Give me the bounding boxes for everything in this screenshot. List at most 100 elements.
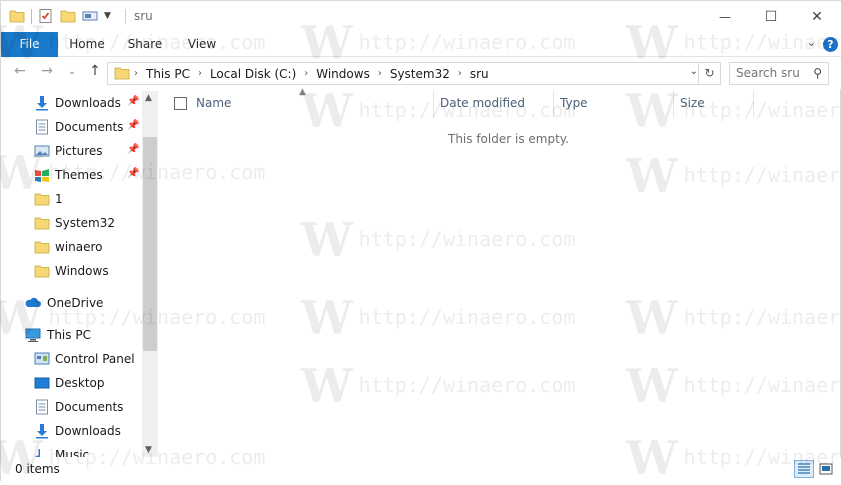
nav-item-downloads[interactable]: Downloads 📌 — [1, 91, 141, 115]
search-input[interactable] — [736, 66, 806, 80]
select-all-checkbox[interactable] — [174, 97, 187, 110]
scroll-down-icon[interactable]: ▼ — [145, 445, 152, 455]
breadcrumb-chevron-icon[interactable]: › — [456, 68, 464, 79]
file-list-pane[interactable]: ▲ Name Date modified Type Size This fold… — [161, 87, 841, 457]
nav-item-documents[interactable]: Documents 📌 — [1, 115, 141, 139]
nav-item-control-panel[interactable]: Control Panel — [1, 347, 141, 371]
themes-icon — [35, 169, 49, 182]
nav-item-onedrive[interactable]: OneDrive — [1, 291, 141, 315]
tab-view[interactable]: View — [179, 32, 225, 57]
breadcrumb-system32[interactable]: System32 — [384, 67, 456, 81]
toolbar-separator — [31, 8, 32, 24]
nav-item-downloads-pc[interactable]: Downloads — [1, 419, 141, 443]
folder-icon — [34, 217, 50, 230]
recent-locations-chevron-icon[interactable]: ⌄ — [63, 67, 81, 77]
nav-item-windows[interactable]: Windows — [1, 259, 141, 283]
item-count: 0 items — [15, 462, 60, 476]
navigation-pane-scrollbar[interactable]: ▲ ▼ — [142, 91, 158, 457]
refresh-icon[interactable]: ↻ — [698, 63, 720, 84]
breadcrumb-sru[interactable]: sru — [464, 67, 495, 81]
column-divider[interactable] — [553, 91, 554, 117]
desktop-icon — [34, 377, 50, 389]
music-icon — [35, 449, 40, 457]
column-divider[interactable] — [433, 91, 434, 117]
customize-qat-chevron-icon[interactable]: ▼ — [104, 11, 111, 21]
column-header-date-modified[interactable]: Date modified — [440, 96, 525, 114]
nav-item-winaero[interactable]: winaero — [1, 235, 141, 259]
nav-item-label: Documents — [55, 400, 124, 414]
nav-item-label: Music — [55, 448, 90, 457]
nav-item-pictures[interactable]: Pictures 📌 — [1, 139, 141, 163]
nav-item-desktop[interactable]: Desktop — [1, 371, 141, 395]
address-dropdown-chevron-icon[interactable]: ⌄ — [690, 66, 698, 77]
breadcrumb-local-disk[interactable]: Local Disk (C:) — [204, 67, 302, 81]
nav-item-folder-1[interactable]: 1 — [1, 187, 141, 211]
nav-item-system32[interactable]: System32 — [1, 211, 141, 235]
maximize-icon: ☐ — [764, 8, 778, 25]
nav-item-label: System32 — [55, 216, 116, 230]
close-button[interactable]: ✕ — [794, 1, 840, 32]
nav-item-label: Downloads — [55, 424, 121, 438]
breadcrumb-windows[interactable]: Windows — [310, 67, 376, 81]
up-button[interactable]: ↑ — [86, 63, 104, 79]
nav-item-label: OneDrive — [47, 296, 104, 310]
computer-icon — [25, 328, 41, 342]
pin-icon: 📌 — [127, 168, 140, 179]
folder-icon — [114, 67, 130, 80]
folder-icon[interactable] — [9, 8, 25, 24]
nav-item-themes[interactable]: Themes 📌 — [1, 163, 141, 187]
pin-icon: 📌 — [127, 120, 140, 131]
status-bar: 0 items — [1, 457, 841, 482]
search-box[interactable]: ⚲ — [729, 62, 829, 85]
breadcrumb-chevron-icon[interactable]: › — [132, 68, 140, 79]
breadcrumb-chevron-icon[interactable]: › — [196, 68, 204, 79]
details-view-button[interactable] — [794, 460, 814, 478]
minimize-icon: — — [719, 9, 731, 24]
nav-item-documents-pc[interactable]: Documents — [1, 395, 141, 419]
breadcrumb-this-pc[interactable]: This PC — [140, 67, 196, 81]
large-icons-view-button[interactable] — [816, 460, 836, 478]
tab-share[interactable]: Share — [122, 32, 168, 57]
maximize-button[interactable]: ☐ — [748, 1, 794, 32]
breadcrumb: › This PC › Local Disk (C:) › Windows › … — [132, 63, 495, 84]
column-divider[interactable] — [673, 91, 674, 117]
back-button[interactable]: ← — [11, 63, 29, 79]
scrollbar-thumb[interactable] — [143, 137, 157, 351]
close-icon: ✕ — [811, 8, 823, 25]
forward-button[interactable]: → — [38, 63, 56, 79]
control-panel-icon — [34, 352, 50, 365]
expand-ribbon-chevron-icon[interactable]: ⌄ — [807, 36, 816, 49]
column-header-type[interactable]: Type — [560, 96, 588, 114]
nav-item-label: 1 — [55, 192, 63, 206]
rename-icon[interactable] — [82, 8, 98, 24]
breadcrumb-chevron-icon[interactable]: › — [302, 68, 310, 79]
tab-file[interactable]: File — [1, 32, 58, 57]
address-bar[interactable]: › This PC › Local Disk (C:) › Windows › … — [107, 62, 721, 85]
column-divider[interactable] — [753, 91, 754, 117]
search-icon[interactable]: ⚲ — [813, 66, 822, 80]
column-header-name[interactable]: Name — [196, 96, 231, 114]
breadcrumb-chevron-icon[interactable]: › — [376, 68, 384, 79]
new-folder-icon[interactable] — [60, 8, 76, 24]
folder-icon — [34, 193, 50, 206]
properties-icon[interactable] — [38, 8, 54, 24]
pin-icon: 📌 — [127, 96, 140, 107]
sort-ascending-icon: ▲ — [299, 87, 306, 97]
navigation-pane: Downloads 📌 Documents 📌 Pictures 📌 Theme… — [1, 89, 158, 457]
nav-item-label: winaero — [55, 240, 103, 254]
help-icon[interactable]: ? — [823, 37, 838, 52]
nav-item-label: Pictures — [55, 144, 103, 158]
scroll-up-icon[interactable]: ▲ — [145, 93, 152, 103]
pin-icon: 📌 — [127, 144, 140, 155]
documents-icon — [36, 119, 48, 135]
column-header-size[interactable]: Size — [680, 96, 705, 114]
nav-item-label: Documents — [55, 120, 124, 134]
onedrive-icon — [25, 297, 41, 307]
minimize-button[interactable]: — — [702, 1, 748, 32]
nav-item-label: Downloads — [55, 96, 121, 110]
nav-item-music[interactable]: Music — [1, 443, 141, 457]
nav-item-this-pc[interactable]: This PC — [1, 323, 141, 347]
downloads-icon — [36, 96, 48, 111]
folder-icon — [34, 265, 50, 278]
tab-home[interactable]: Home — [64, 32, 110, 57]
